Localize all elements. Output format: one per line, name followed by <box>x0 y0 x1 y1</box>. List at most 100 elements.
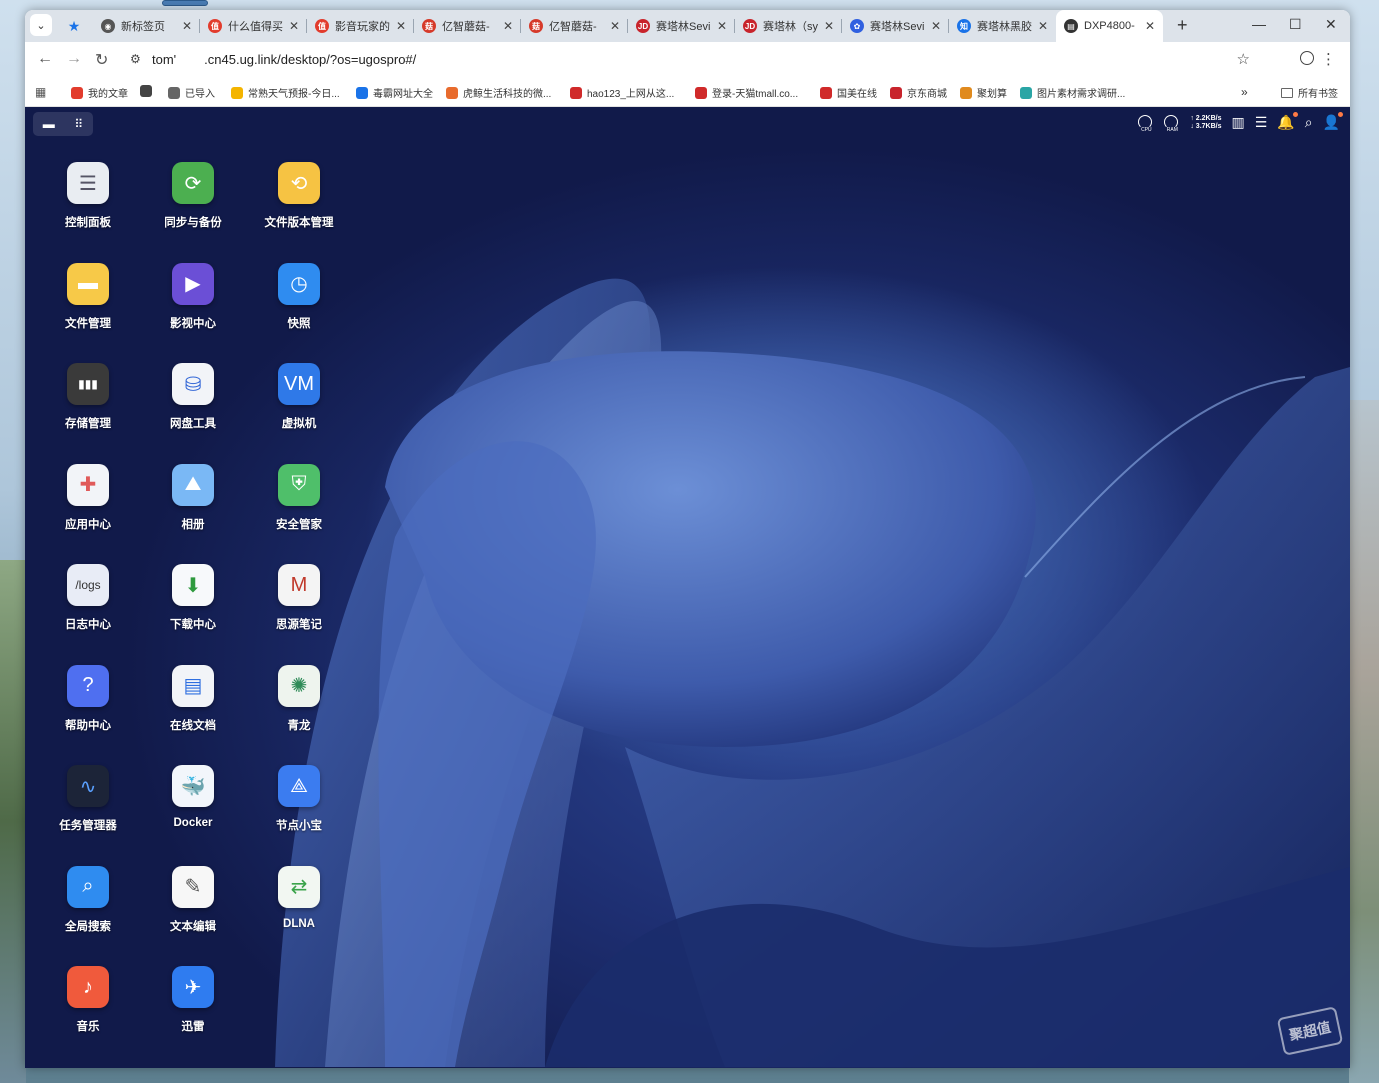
desktop-app[interactable]: M 思源笔记 <box>246 564 352 664</box>
forward-button[interactable]: → <box>66 50 82 68</box>
desktop-app[interactable]: ♪ 音乐 <box>35 966 141 1066</box>
docker-icon[interactable]: 🐳 <box>172 765 214 807</box>
desktop-app[interactable]: ⇄ DLNA <box>246 865 352 966</box>
tab-7[interactable]: JD 赛塔林（sy ✕ <box>735 10 842 42</box>
close-tab-icon[interactable]: ✕ <box>396 19 406 33</box>
back-button[interactable]: ← <box>37 50 53 68</box>
reload-button[interactable]: ↻ <box>95 50 108 70</box>
tab-3[interactable]: 值影音玩家的 ✕ <box>307 10 414 42</box>
desktop-app[interactable]: 🐳 Docker <box>140 765 246 865</box>
url-text[interactable]: tom' .cn45.ug.link/desktop/?os=ugospro#/ <box>152 52 416 67</box>
bookmark-item[interactable]: 我的文章 <box>71 85 128 100</box>
desktop-app[interactable]: ? 帮助中心 <box>35 664 141 765</box>
apps-grid-icon[interactable]: ▦ <box>35 85 46 99</box>
tab-5[interactable]: 菇亿智蘑菇- ✕ <box>521 10 628 42</box>
tab-10[interactable]: ▤ DXP4800- ✕ <box>1056 10 1163 42</box>
tab-4[interactable]: 菇亿智蘑菇- ✕ <box>414 10 521 42</box>
close-tab-icon[interactable]: ✕ <box>931 19 941 33</box>
app-grid-icon[interactable]: ⠿ <box>74 117 83 131</box>
bookmark-star-tab-icon[interactable]: ★ <box>63 15 85 37</box>
more-bookmarks-button[interactable]: » <box>1241 85 1248 99</box>
control-panel-icon[interactable]: ☰ <box>67 162 109 204</box>
desktop-app[interactable]: ▶ 影视中心 <box>140 262 246 363</box>
bookmark-item[interactable]: 聚划算 <box>960 85 1007 100</box>
bookmark-item[interactable] <box>140 85 157 97</box>
shield-icon[interactable]: ⛨ <box>278 463 320 506</box>
node-icon[interactable]: ⟁ <box>278 765 320 807</box>
download-icon[interactable]: ⬇ <box>172 564 214 606</box>
bookmark-item[interactable]: 图片素材需求调研... <box>1020 85 1125 100</box>
desktop-app[interactable]: ⟳ 同步与备份 <box>140 162 246 262</box>
browser-menu-icon[interactable]: ⋮ <box>1321 50 1336 68</box>
cpu-gauge-icon[interactable]: CPU <box>1138 114 1154 133</box>
desktop-app[interactable]: ▮▮▮ 存储管理 <box>35 363 141 463</box>
bookmark-item[interactable]: 登录-天猫tmall.co... <box>695 85 798 100</box>
desktop-app[interactable]: ▤ 在线文档 <box>140 664 246 765</box>
bookmark-item[interactable]: 国美在线 <box>820 85 877 100</box>
maximize-button[interactable]: ☐ <box>1289 16 1302 33</box>
bookmark-item[interactable]: 毒霸网址大全 <box>356 85 433 100</box>
desktop-app[interactable]: ▬ 文件管理 <box>35 262 141 363</box>
desktop-app[interactable]: ✺ 青龙 <box>246 664 352 765</box>
cloud-drive-icon[interactable]: ⛁ <box>172 363 214 405</box>
search-icon[interactable]: ⌕ <box>67 865 109 908</box>
desktop-app[interactable]: ⟁ 节点小宝 <box>246 765 352 865</box>
close-tab-icon[interactable]: ✕ <box>1038 19 1048 33</box>
desktop-app[interactable]: ⬇ 下载中心 <box>140 564 246 664</box>
close-tab-icon[interactable]: ✕ <box>717 19 727 33</box>
version-icon[interactable]: ⟲ <box>278 162 320 204</box>
desktop-app[interactable]: ✎ 文本编辑 <box>140 865 246 966</box>
desktop-app[interactable]: ⛁ 网盘工具 <box>140 363 246 463</box>
desktop-app[interactable]: ⛨ 安全管家 <box>246 463 352 564</box>
document-icon[interactable]: ▤ <box>172 664 214 707</box>
album-icon[interactable]: ⛰ <box>172 463 214 506</box>
close-tab-icon[interactable]: ✕ <box>503 19 513 33</box>
new-tab-button[interactable]: + <box>1177 15 1188 36</box>
desktop-app[interactable]: ◷ 快照 <box>246 262 352 363</box>
folder-icon[interactable]: ▬ <box>67 262 109 305</box>
tab-1[interactable]: ◉ 新标签页 ✕ <box>93 10 200 42</box>
desktop-app[interactable]: /logs 日志中心 <box>35 564 141 664</box>
desktop-app[interactable]: VM 虚拟机 <box>246 363 352 463</box>
tab-6[interactable]: JD 赛塔林Sevi ✕ <box>628 10 735 42</box>
help-icon[interactable]: ? <box>67 664 109 707</box>
close-tab-icon[interactable]: ✕ <box>289 19 299 33</box>
bookmark-star-icon[interactable]: ☆ <box>1237 50 1250 68</box>
desktop-app[interactable]: ☰ 控制面板 <box>35 162 141 262</box>
music-icon[interactable]: ♪ <box>67 966 109 1008</box>
desktop-app[interactable]: ⟲ 文件版本管理 <box>246 162 352 262</box>
desktop-app[interactable]: ∿ 任务管理器 <box>35 765 141 865</box>
site-settings-icon[interactable]: ⚙ <box>130 52 141 66</box>
app-center-icon[interactable]: ✚ <box>67 463 109 506</box>
dlna-icon[interactable]: ⇄ <box>278 865 320 908</box>
close-tab-icon[interactable]: ✕ <box>610 19 620 33</box>
close-tab-icon[interactable]: ✕ <box>824 19 834 33</box>
logs-icon[interactable]: /logs <box>67 564 109 606</box>
tab-search-button[interactable]: ⌄ <box>30 14 52 36</box>
text-editor-icon[interactable]: ✎ <box>172 865 214 908</box>
vm-icon[interactable]: VM <box>278 363 320 405</box>
desktop-icon[interactable]: ▬ <box>43 117 55 131</box>
user-avatar-icon[interactable]: 👤 <box>1323 112 1343 131</box>
window-drag-handle[interactable] <box>162 0 208 6</box>
bookmark-item[interactable]: 京东商城 <box>890 85 947 100</box>
sync-icon[interactable]: ⟳ <box>172 162 214 204</box>
network-speed[interactable]: ↑ 2.2KB/s ↓ 3.7KB/s <box>1190 115 1221 131</box>
desktop-app[interactable]: ⛰ 相册 <box>140 463 246 564</box>
all-bookmarks-folder[interactable]: 所有书签 <box>1281 85 1338 100</box>
search-icon[interactable]: ⌕ <box>1305 114 1313 131</box>
tab-8[interactable]: ✿ 赛塔林Sevi ✕ <box>842 10 949 42</box>
notification-bell-icon[interactable]: 🔔 <box>1277 112 1298 131</box>
video-icon[interactable]: ▶ <box>172 262 214 305</box>
tab-9[interactable]: 知赛塔林黑胶 ✕ <box>949 10 1056 42</box>
desktop-app[interactable]: ⌕ 全局搜索 <box>35 865 141 966</box>
bookmark-item[interactable]: 已导入 <box>168 85 215 100</box>
desktop-app[interactable]: ✈ 迅雷 <box>140 966 246 1066</box>
close-window-button[interactable]: ✕ <box>1325 16 1337 33</box>
task-list-icon[interactable]: ☰ <box>1255 114 1268 131</box>
widgets-icon[interactable]: ▥ <box>1231 114 1244 131</box>
task-manager-icon[interactable]: ∿ <box>67 765 109 807</box>
bookmark-item[interactable]: hao123_上网从这... <box>570 85 674 100</box>
siyuan-icon[interactable]: M <box>278 564 320 606</box>
bookmark-item[interactable]: 常熟天气预报-今日... <box>231 85 340 100</box>
